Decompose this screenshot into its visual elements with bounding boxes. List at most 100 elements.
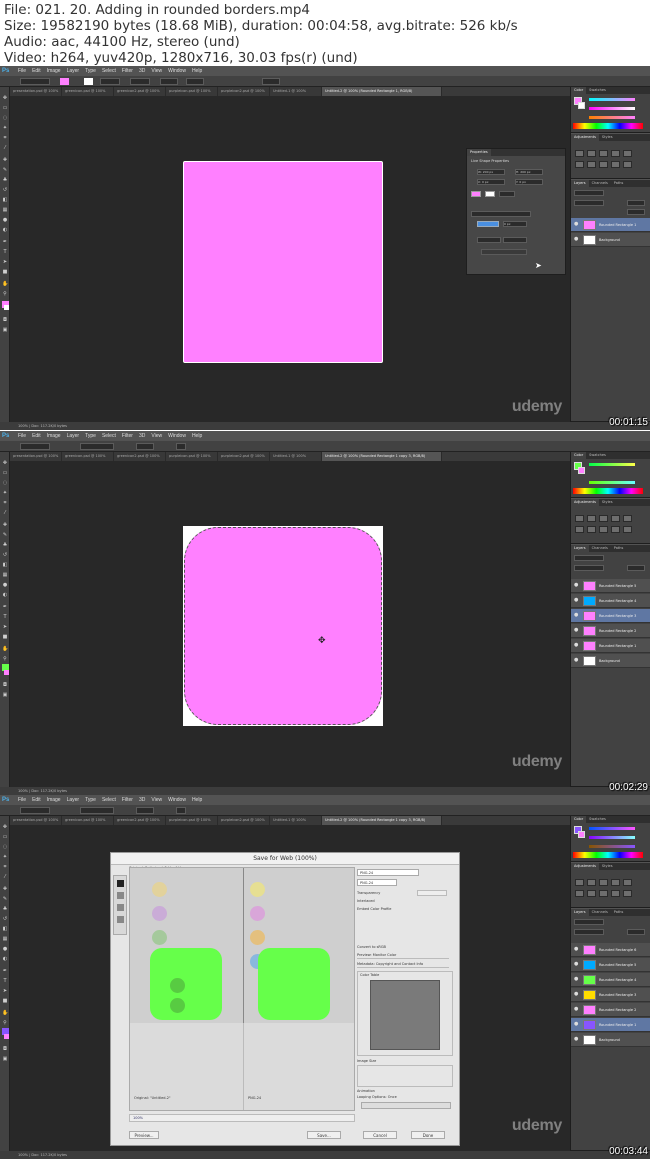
screen-mode-icon[interactable]: ▣ bbox=[2, 692, 8, 698]
marquee-tool-icon[interactable]: ▭ bbox=[2, 834, 8, 840]
menu-type[interactable]: Type bbox=[85, 431, 96, 441]
doc-tab[interactable]: presentation.psd @ 100% bbox=[10, 452, 62, 461]
menu-view[interactable]: View bbox=[151, 431, 162, 441]
preview-select[interactable]: Preview: Monitor Color bbox=[357, 953, 449, 959]
move-tool-icon[interactable]: ✥ bbox=[2, 460, 8, 466]
magic-wand-tool-icon[interactable]: ✦ bbox=[2, 854, 8, 860]
adjustment-icon[interactable] bbox=[575, 161, 584, 168]
eye-icon[interactable]: ● bbox=[574, 658, 579, 663]
menu-image[interactable]: Image bbox=[47, 431, 61, 441]
move-tool-icon[interactable]: ✥ bbox=[2, 95, 8, 101]
doc-tab[interactable]: purpleicon2.psd @ 100% bbox=[218, 87, 270, 96]
doc-tab[interactable]: greenicon2.psd @ 100% bbox=[114, 816, 166, 825]
prop-fill-swatch[interactable] bbox=[471, 191, 481, 197]
stroke-width-field[interactable] bbox=[100, 78, 120, 85]
doc-tab[interactable]: greenicon2.psd @ 100% bbox=[114, 452, 166, 461]
adjustment-icon[interactable] bbox=[575, 515, 584, 522]
menu-image[interactable]: Image bbox=[47, 795, 61, 805]
color-ramp[interactable] bbox=[573, 852, 643, 858]
adjustment-icon[interactable] bbox=[575, 526, 584, 533]
blur-tool-icon[interactable]: ● bbox=[2, 582, 8, 588]
adjustment-icon[interactable] bbox=[599, 879, 608, 886]
corner-br-field[interactable] bbox=[503, 237, 527, 243]
menu-select[interactable]: Select bbox=[102, 66, 116, 76]
layer-row[interactable]: ● Background bbox=[571, 654, 650, 668]
menu-layer[interactable]: Layer bbox=[67, 795, 80, 805]
menu-select[interactable]: Select bbox=[102, 795, 116, 805]
embed-profile-checkbox[interactable]: Embed Color Profile bbox=[357, 907, 391, 911]
height-field[interactable] bbox=[186, 78, 204, 85]
blend-mode-select[interactable] bbox=[574, 200, 604, 206]
background-color-swatch[interactable] bbox=[4, 305, 9, 310]
color-bg-swatch[interactable] bbox=[578, 467, 585, 474]
doc-tab[interactable]: purpleicon.psd @ 100% bbox=[166, 816, 218, 825]
adjustment-icon[interactable] bbox=[611, 890, 620, 897]
doc-tab[interactable]: purpleicon2.psd @ 100% bbox=[218, 452, 270, 461]
path-select-icon[interactable]: ➤ bbox=[2, 624, 8, 630]
mode-select[interactable] bbox=[80, 807, 114, 814]
move-tool-icon[interactable]: ✥ bbox=[2, 824, 8, 830]
eye-icon[interactable]: ● bbox=[574, 598, 579, 603]
doc-tab[interactable]: greenicon.psd @ 100% bbox=[62, 87, 114, 96]
pen-tool-icon[interactable]: ✒ bbox=[2, 604, 8, 610]
brush-tool-icon[interactable]: ✎ bbox=[2, 167, 8, 173]
adjustment-icon[interactable] bbox=[599, 150, 608, 157]
dodge-tool-icon[interactable]: ◐ bbox=[2, 227, 8, 233]
eyedropper-tool-icon[interactable]: ⁄ bbox=[2, 145, 8, 151]
blue-slider[interactable] bbox=[589, 481, 635, 484]
doc-tab[interactable]: greenicon.psd @ 100% bbox=[62, 816, 114, 825]
eyedropper-tool-icon[interactable] bbox=[117, 916, 124, 923]
adjustment-icon[interactable] bbox=[599, 890, 608, 897]
rounded-square-shape[interactable] bbox=[184, 527, 382, 725]
opacity-field[interactable] bbox=[627, 565, 645, 571]
doc-tab[interactable]: purpleicon.psd @ 100% bbox=[166, 87, 218, 96]
history-brush-icon[interactable]: ↺ bbox=[2, 916, 8, 922]
shape-tool-icon[interactable]: ■ bbox=[2, 634, 8, 640]
paint-bucket-tool-icon[interactable]: ▦ bbox=[2, 936, 8, 942]
menu-view[interactable]: View bbox=[151, 66, 162, 76]
layer-row[interactable]: ● Rounded Rectangle 2 bbox=[571, 624, 650, 638]
eye-icon[interactable]: ● bbox=[574, 583, 579, 588]
matte-select[interactable] bbox=[417, 890, 447, 896]
adjustment-icon[interactable] bbox=[623, 526, 632, 533]
path-select-icon[interactable]: ➤ bbox=[2, 988, 8, 994]
background-color-swatch[interactable] bbox=[4, 670, 9, 675]
menu-layer[interactable]: Layer bbox=[67, 431, 80, 441]
stamp-tool-icon[interactable]: ♣ bbox=[2, 542, 8, 548]
eye-icon[interactable]: ● bbox=[574, 222, 579, 227]
zoom-level[interactable]: 100% bbox=[133, 1115, 143, 1122]
adjustment-icon[interactable] bbox=[611, 879, 620, 886]
width-field[interactable] bbox=[160, 78, 178, 85]
pen-tool-icon[interactable]: ✒ bbox=[2, 239, 8, 245]
healing-tool-icon[interactable]: ✚ bbox=[2, 157, 8, 163]
layer-filter-select[interactable] bbox=[574, 190, 604, 196]
fill-swatch[interactable] bbox=[60, 78, 69, 85]
layer-row[interactable]: ● Rounded Rectangle 4 bbox=[571, 973, 650, 987]
eye-icon[interactable]: ● bbox=[574, 977, 579, 982]
canvas-area[interactable]: Properties Live Shape Properties W: 200 … bbox=[10, 96, 570, 422]
menu-type[interactable]: Type bbox=[85, 66, 96, 76]
adjustment-icon[interactable] bbox=[575, 890, 584, 897]
menu-edit[interactable]: Edit bbox=[32, 66, 41, 76]
opacity-field[interactable] bbox=[627, 929, 645, 935]
menu-help[interactable]: Help bbox=[192, 66, 202, 76]
tolerance-field[interactable] bbox=[176, 443, 186, 450]
blend-mode-select[interactable] bbox=[574, 929, 604, 935]
format-select[interactable]: PNG-24 bbox=[357, 879, 397, 886]
color-bg-swatch[interactable] bbox=[578, 831, 585, 838]
prop-width-field[interactable]: W: 200 px bbox=[477, 169, 505, 175]
menu-filter[interactable]: Filter bbox=[122, 795, 133, 805]
prop-x-field[interactable]: X: 0 px bbox=[477, 179, 505, 185]
dodge-tool-icon[interactable]: ◐ bbox=[2, 592, 8, 598]
green-slider[interactable] bbox=[589, 107, 635, 110]
doc-tab[interactable]: presentation.psd @ 100% bbox=[10, 816, 62, 825]
green-slider[interactable] bbox=[589, 472, 635, 475]
doc-tab[interactable]: Untitled-1 @ 100% bbox=[270, 816, 322, 825]
pen-tool-icon[interactable]: ✒ bbox=[2, 968, 8, 974]
eye-icon[interactable]: ● bbox=[574, 947, 579, 952]
menu-filter[interactable]: Filter bbox=[122, 66, 133, 76]
tool-mode-select[interactable] bbox=[20, 807, 50, 814]
metadata-select[interactable]: Metadata: Copyright and Contact Info bbox=[357, 962, 449, 968]
adjustment-icon[interactable] bbox=[575, 150, 584, 157]
eye-icon[interactable]: ● bbox=[574, 1022, 579, 1027]
